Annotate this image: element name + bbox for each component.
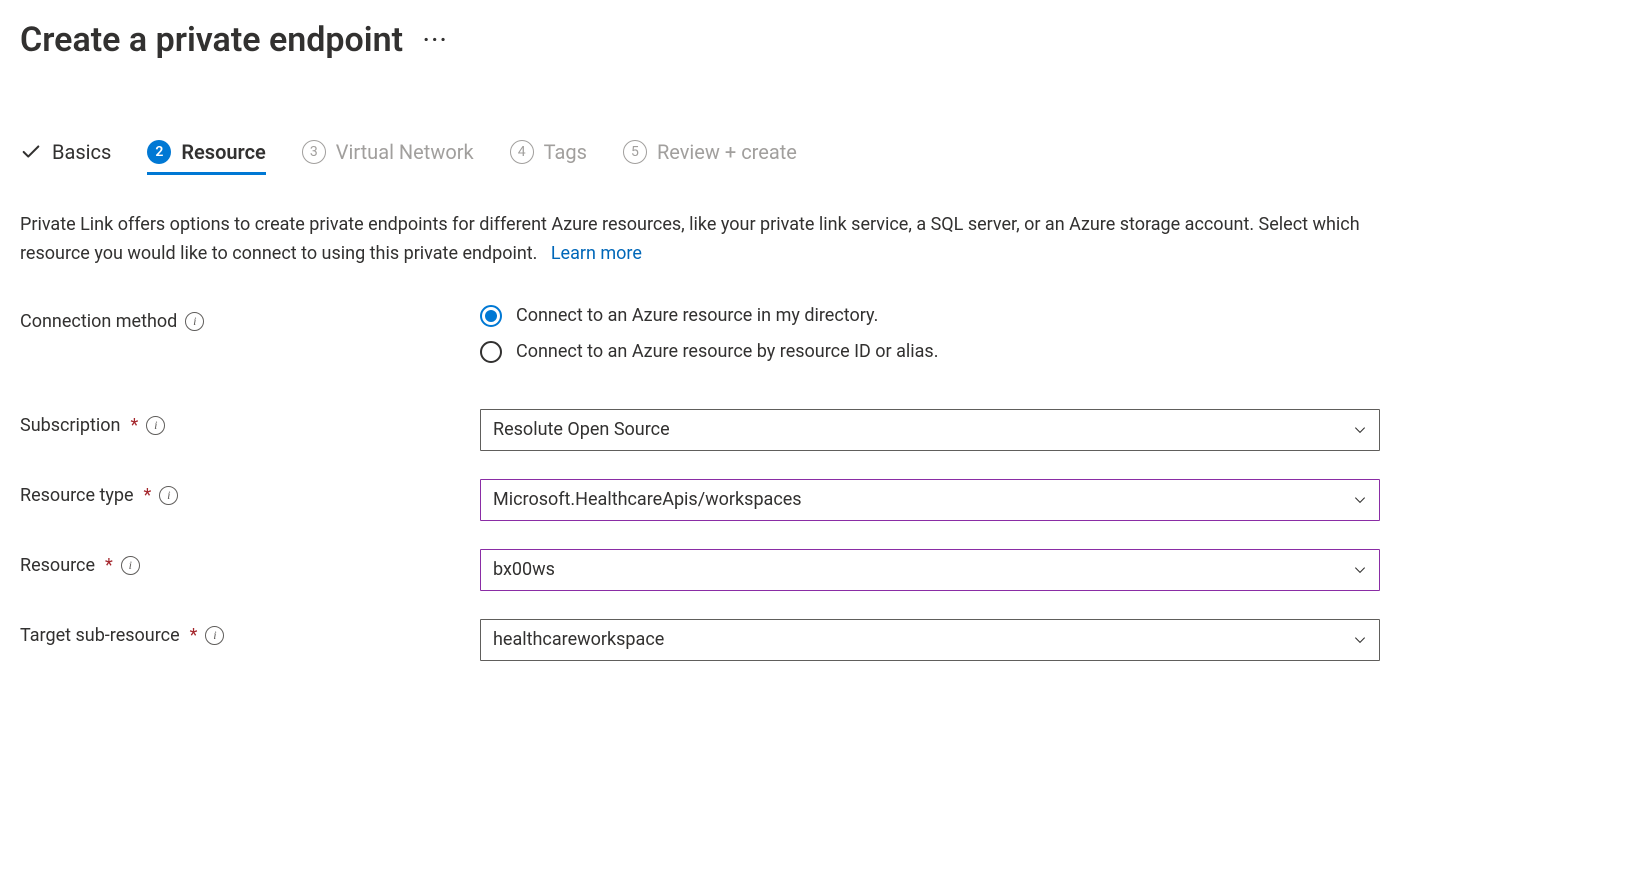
radio-connect-resource-id[interactable]: Connect to an Azure resource by resource… bbox=[480, 341, 1380, 363]
radio-connect-resource-id-label: Connect to an Azure resource by resource… bbox=[516, 341, 938, 362]
required-indicator: * bbox=[131, 415, 139, 436]
learn-more-link[interactable]: Learn more bbox=[551, 243, 642, 264]
radio-icon bbox=[480, 341, 502, 363]
subscription-value: Resolute Open Source bbox=[493, 419, 670, 440]
resource-type-value: Microsoft.HealthcareApis/workspaces bbox=[493, 489, 802, 510]
info-icon[interactable]: i bbox=[205, 626, 224, 645]
info-icon[interactable]: i bbox=[159, 486, 178, 505]
wizard-tabs: Basics 2 Resource 3 Virtual Network 4 Ta… bbox=[20, 140, 1628, 175]
step-number-icon: 4 bbox=[510, 140, 534, 164]
info-icon[interactable]: i bbox=[121, 556, 140, 575]
tab-review-create-label: Review + create bbox=[657, 140, 797, 164]
tab-review-create[interactable]: 5 Review + create bbox=[623, 140, 797, 175]
step-number-icon: 3 bbox=[302, 140, 326, 164]
target-sub-resource-select[interactable]: healthcareworkspace bbox=[480, 619, 1380, 661]
tab-resource[interactable]: 2 Resource bbox=[147, 140, 265, 175]
resource-type-select[interactable]: Microsoft.HealthcareApis/workspaces bbox=[480, 479, 1380, 521]
tab-resource-label: Resource bbox=[181, 140, 265, 164]
chevron-down-icon bbox=[1353, 493, 1367, 507]
step-number-icon: 5 bbox=[623, 140, 647, 164]
required-indicator: * bbox=[105, 555, 113, 576]
resource-select[interactable]: bx00ws bbox=[480, 549, 1380, 591]
resource-label: Resource bbox=[20, 555, 95, 576]
resource-type-label: Resource type bbox=[20, 485, 134, 506]
subscription-select[interactable]: Resolute Open Source bbox=[480, 409, 1380, 451]
checkmark-icon bbox=[20, 141, 42, 163]
required-indicator: * bbox=[190, 625, 198, 646]
chevron-down-icon bbox=[1353, 563, 1367, 577]
target-sub-resource-label: Target sub-resource bbox=[20, 625, 180, 646]
info-icon[interactable]: i bbox=[185, 312, 204, 331]
tab-virtual-network[interactable]: 3 Virtual Network bbox=[302, 140, 474, 175]
connection-method-label: Connection method bbox=[20, 311, 177, 332]
tab-tags[interactable]: 4 Tags bbox=[510, 140, 587, 175]
intro-body: Private Link offers options to create pr… bbox=[20, 214, 1360, 264]
tab-basics-label: Basics bbox=[52, 140, 111, 164]
subscription-label: Subscription bbox=[20, 415, 121, 436]
chevron-down-icon bbox=[1353, 633, 1367, 647]
connection-method-radio-group: Connect to an Azure resource in my direc… bbox=[480, 305, 1380, 363]
target-sub-resource-value: healthcareworkspace bbox=[493, 629, 664, 650]
tab-virtual-network-label: Virtual Network bbox=[336, 140, 474, 164]
tab-tags-label: Tags bbox=[544, 140, 587, 164]
radio-icon bbox=[480, 305, 502, 327]
step-number-icon: 2 bbox=[147, 140, 171, 164]
required-indicator: * bbox=[144, 485, 152, 506]
info-icon[interactable]: i bbox=[146, 416, 165, 435]
tab-basics[interactable]: Basics bbox=[20, 140, 111, 175]
radio-connect-directory[interactable]: Connect to an Azure resource in my direc… bbox=[480, 305, 1380, 327]
intro-text: Private Link offers options to create pr… bbox=[20, 211, 1400, 269]
page-title: Create a private endpoint bbox=[20, 20, 403, 60]
more-actions-icon[interactable]: ··· bbox=[423, 28, 448, 53]
radio-connect-directory-label: Connect to an Azure resource in my direc… bbox=[516, 305, 878, 326]
resource-value: bx00ws bbox=[493, 559, 555, 580]
chevron-down-icon bbox=[1353, 423, 1367, 437]
